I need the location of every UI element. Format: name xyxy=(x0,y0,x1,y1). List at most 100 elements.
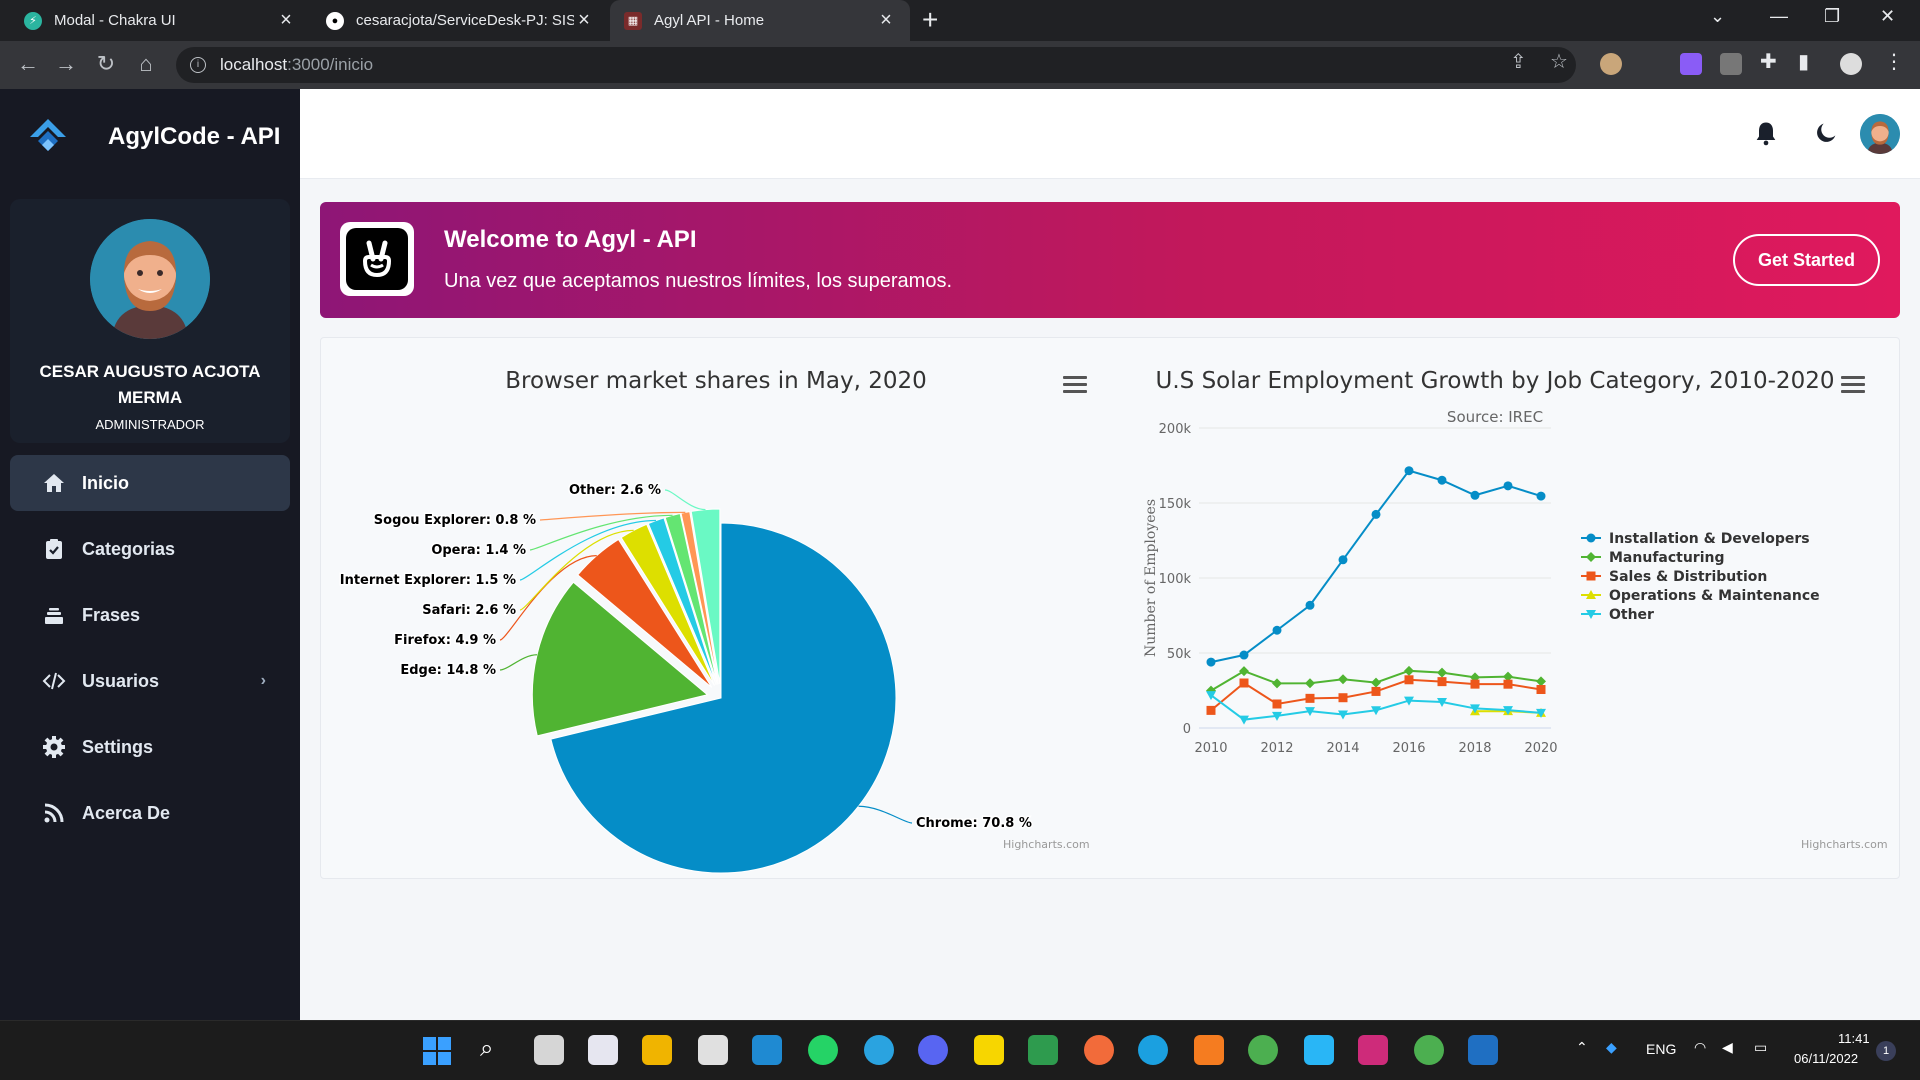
back-icon[interactable]: ← xyxy=(14,51,42,77)
data-point[interactable] xyxy=(1404,675,1414,685)
bell-icon[interactable] xyxy=(1752,119,1780,147)
battery-icon[interactable]: ▭ xyxy=(1754,1039,1767,1056)
notification-badge[interactable]: 1 xyxy=(1876,1041,1896,1061)
data-point[interactable] xyxy=(1239,650,1249,660)
vscode-icon[interactable] xyxy=(752,1035,782,1065)
data-point[interactable] xyxy=(1272,678,1282,689)
reload-icon[interactable]: ↻ xyxy=(92,51,120,77)
data-point[interactable] xyxy=(1272,625,1282,635)
sidebar-item-usuarios[interactable]: Usuarios › xyxy=(10,653,290,709)
clock-date[interactable]: 06/11/2022 xyxy=(1794,1051,1858,1066)
security-app-icon[interactable] xyxy=(1468,1035,1498,1065)
clock-time[interactable]: 11:41 xyxy=(1838,1031,1870,1046)
camera-icon[interactable] xyxy=(1720,53,1742,75)
moon-icon[interactable] xyxy=(1812,119,1840,147)
data-point[interactable] xyxy=(1470,490,1480,500)
task-view-icon[interactable] xyxy=(534,1035,564,1065)
sidebar-item-acerca-de[interactable]: Acerca De xyxy=(10,785,290,841)
data-point[interactable] xyxy=(1437,475,1447,485)
data-point[interactable] xyxy=(1404,466,1414,476)
sidebar-item-inicio[interactable]: Inicio xyxy=(10,455,290,511)
sidebar-item-frases[interactable]: Frases xyxy=(10,587,290,643)
data-point[interactable] xyxy=(1305,600,1315,610)
chrome-icon[interactable] xyxy=(1248,1035,1278,1065)
data-point[interactable] xyxy=(1503,481,1513,491)
data-point[interactable] xyxy=(1437,677,1447,687)
qr-app-icon[interactable] xyxy=(698,1035,728,1065)
data-point[interactable] xyxy=(1437,667,1447,678)
star-icon[interactable]: ☆ xyxy=(1550,49,1568,74)
avatar[interactable] xyxy=(90,219,210,339)
data-point[interactable] xyxy=(1371,677,1381,688)
data-point[interactable] xyxy=(1305,678,1315,689)
language-indicator[interactable]: ENG xyxy=(1646,1041,1676,1057)
volume-icon[interactable]: ◀ xyxy=(1722,1039,1733,1056)
data-point[interactable] xyxy=(1371,686,1381,696)
legend-item[interactable]: Manufacturing xyxy=(1609,550,1725,566)
share-icon[interactable]: ⇪ xyxy=(1510,49,1527,74)
whatsapp-icon[interactable] xyxy=(808,1035,838,1065)
forward-icon[interactable]: → xyxy=(52,51,80,77)
series-line-0[interactable] xyxy=(1210,469,1542,664)
chevron-up-icon[interactable]: ⌃ xyxy=(1576,1039,1588,1056)
data-point[interactable] xyxy=(1338,674,1348,685)
chrome-profile-icon[interactable] xyxy=(1414,1035,1444,1065)
edge-icon[interactable] xyxy=(1138,1035,1168,1065)
extension-icon[interactable] xyxy=(1680,53,1702,75)
data-point[interactable] xyxy=(1371,509,1381,519)
get-started-button[interactable]: Get Started xyxy=(1733,234,1880,286)
pie-credits[interactable]: Highcharts.com xyxy=(1003,838,1090,851)
close-icon[interactable]: × xyxy=(876,9,896,32)
defender-icon[interactable]: ◆ xyxy=(1606,1039,1617,1056)
xampp-icon[interactable] xyxy=(1194,1035,1224,1065)
data-point[interactable] xyxy=(1470,679,1480,689)
datagrip-icon[interactable] xyxy=(1304,1035,1334,1065)
data-point[interactable] xyxy=(1536,491,1546,501)
chart-menu-icon[interactable] xyxy=(1841,376,1865,396)
extension-avatar-icon[interactable] xyxy=(1600,53,1622,75)
profile-icon[interactable] xyxy=(1840,53,1862,75)
data-point[interactable] xyxy=(1272,699,1282,709)
wifi-icon[interactable]: ◠ xyxy=(1694,1039,1706,1056)
url-input[interactable]: i localhost:3000/inicio xyxy=(176,47,1576,83)
close-icon[interactable]: × xyxy=(574,9,594,32)
maximize-button[interactable]: ❐ xyxy=(1824,6,1840,27)
brand[interactable]: AgylCode - API xyxy=(28,117,280,157)
home-icon[interactable]: ⌂ xyxy=(132,51,160,77)
minimize-button[interactable]: — xyxy=(1770,6,1788,27)
data-point[interactable] xyxy=(1338,555,1348,565)
close-icon[interactable]: × xyxy=(276,9,296,32)
data-point[interactable] xyxy=(1404,665,1414,676)
data-point[interactable] xyxy=(1206,657,1216,667)
intellij-icon[interactable] xyxy=(1358,1035,1388,1065)
new-tab-button[interactable]: + xyxy=(922,4,938,36)
data-point[interactable] xyxy=(1536,676,1546,687)
sidebar-item-settings[interactable]: Settings xyxy=(10,719,290,775)
sidebar-item-categorias[interactable]: Categorias xyxy=(10,521,290,577)
menu-dots-icon[interactable]: ⋮ xyxy=(1884,49,1904,74)
puzzle-icon[interactable]: ✚ xyxy=(1760,49,1777,74)
search-icon[interactable]: ⌕ xyxy=(480,1035,493,1063)
sticky-notes-icon[interactable] xyxy=(974,1035,1004,1065)
data-point[interactable] xyxy=(1239,666,1249,677)
discord-icon[interactable] xyxy=(918,1035,948,1065)
tab-agyl-api[interactable]: ▦ Agyl API - Home × xyxy=(610,0,910,41)
legend-item[interactable]: Other xyxy=(1609,607,1654,623)
postman-icon[interactable] xyxy=(1084,1035,1114,1065)
line-credits[interactable]: Highcharts.com xyxy=(1801,838,1888,851)
tab-github[interactable]: ● cesaracjota/ServiceDesk-PJ: SISTE × xyxy=(312,0,608,41)
android-studio-icon[interactable] xyxy=(1028,1035,1058,1065)
file-explorer-icon[interactable] xyxy=(642,1035,672,1065)
legend-item[interactable]: Sales & Distribution xyxy=(1609,569,1767,585)
legend-item[interactable]: Installation & Developers xyxy=(1609,531,1810,547)
data-point[interactable] xyxy=(1338,693,1348,703)
data-point[interactable] xyxy=(1239,678,1249,688)
info-icon[interactable]: i xyxy=(190,57,206,73)
tab-chakra[interactable]: ⚡ Modal - Chakra UI × xyxy=(10,0,310,41)
telegram-icon[interactable] xyxy=(864,1035,894,1065)
legend-item[interactable]: Operations & Maintenance xyxy=(1609,588,1820,604)
sidepanel-icon[interactable]: ▮ xyxy=(1798,49,1809,74)
tab-search-icon[interactable]: ⌄ xyxy=(1710,6,1725,27)
data-point[interactable] xyxy=(1503,679,1513,689)
close-window-button[interactable]: ✕ xyxy=(1880,6,1895,27)
